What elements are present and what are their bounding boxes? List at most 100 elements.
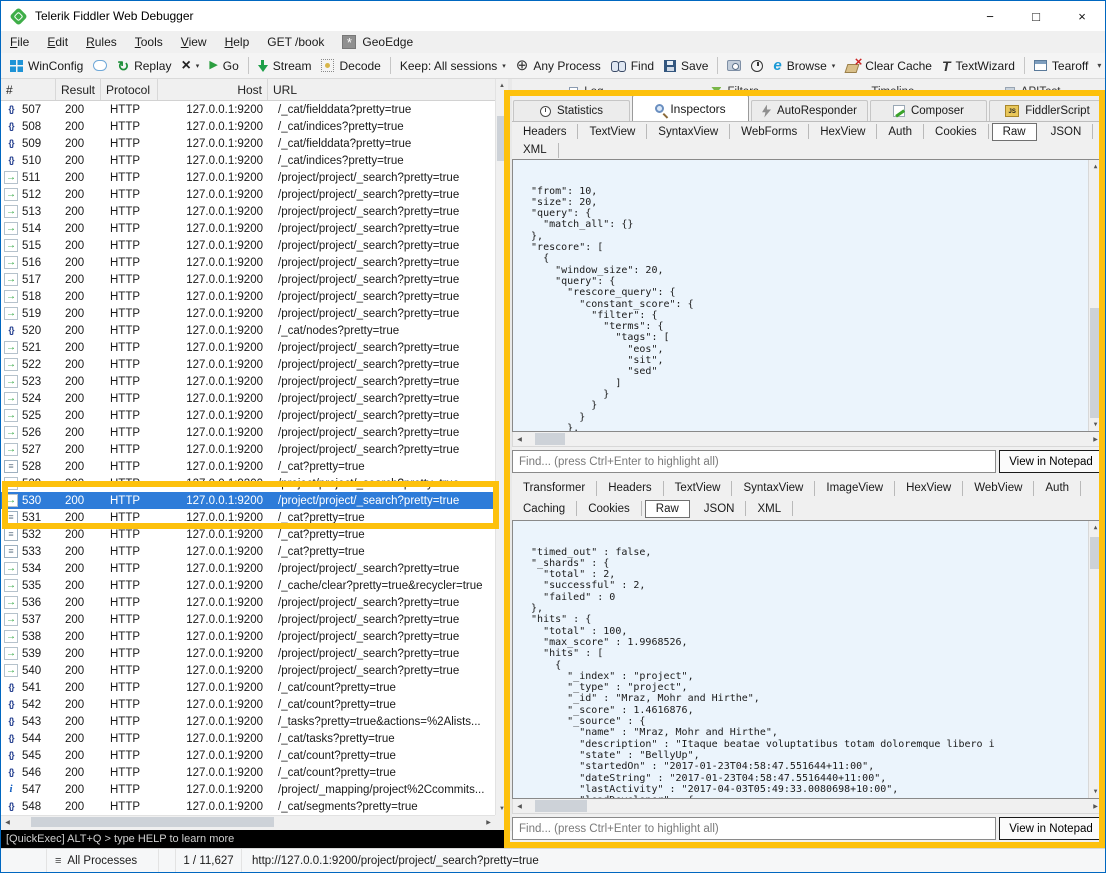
session-list-vscrollbar[interactable]: ▲ ▼ xyxy=(495,79,508,815)
request-subtab-textview[interactable]: TextView xyxy=(578,124,647,139)
session-row[interactable]: {}510200HTTP127.0.0.1:9200/_cat/indices?… xyxy=(1,152,495,169)
response-subtab-json[interactable]: JSON xyxy=(693,501,747,516)
toolbar-button-timer-icon[interactable] xyxy=(746,54,768,78)
session-row[interactable]: ≡533200HTTP127.0.0.1:9200/_cat?pretty=tr… xyxy=(1,543,495,560)
scrollbar-thumb[interactable] xyxy=(1090,537,1101,569)
toolbar-button-any-process[interactable]: Any Process xyxy=(511,54,606,78)
session-row[interactable]: →527200HTTP127.0.0.1:9200/project/projec… xyxy=(1,441,495,458)
scrollbar-thumb[interactable] xyxy=(31,817,274,827)
menu-item-geoedge[interactable]: *GeoEdge xyxy=(333,31,422,53)
session-row[interactable]: →535200HTTP127.0.0.1:9200/_cache/clear?p… xyxy=(1,577,495,594)
toolbar-button-decode[interactable]: Decode xyxy=(316,54,385,78)
response-subtab-xml[interactable]: XML xyxy=(746,501,793,516)
tab-log[interactable]: Log xyxy=(512,79,661,92)
session-row[interactable]: {}520200HTTP127.0.0.1:9200/_cat/nodes?pr… xyxy=(1,322,495,339)
close-button[interactable]: × xyxy=(1059,1,1105,31)
tab-inspectors[interactable]: Inspectors xyxy=(632,95,749,121)
session-row[interactable]: →524200HTTP127.0.0.1:9200/project/projec… xyxy=(1,390,495,407)
session-row[interactable]: ≡531200HTTP127.0.0.1:9200/_cat?pretty=tr… xyxy=(1,509,495,526)
scroll-down-icon[interactable]: ▼ xyxy=(1089,418,1102,431)
response-subtab-webview[interactable]: WebView xyxy=(963,481,1034,496)
response-subtab-imageview[interactable]: ImageView xyxy=(815,481,895,496)
toolbar-overflow-button[interactable]: ▾ xyxy=(1093,61,1105,70)
toolbar-button-tearoff[interactable]: Tearoff xyxy=(1029,54,1093,78)
session-row[interactable]: {}542200HTTP127.0.0.1:9200/_cat/count?pr… xyxy=(1,696,495,713)
session-row[interactable]: ≡528200HTTP127.0.0.1:9200/_cat?pretty=tr… xyxy=(1,458,495,475)
session-row[interactable]: →511200HTTP127.0.0.1:9200/project/projec… xyxy=(1,169,495,186)
session-row[interactable]: {}546200HTTP127.0.0.1:9200/_cat/count?pr… xyxy=(1,764,495,781)
session-row[interactable]: {}548200HTTP127.0.0.1:9200/_cat/segments… xyxy=(1,798,495,815)
scrollbar-thumb[interactable] xyxy=(535,433,565,445)
session-row[interactable]: →512200HTTP127.0.0.1:9200/project/projec… xyxy=(1,186,495,203)
session-row[interactable]: →522200HTTP127.0.0.1:9200/project/projec… xyxy=(1,356,495,373)
toolbar-button-keep-all-sessions[interactable]: Keep: All sessions▾ xyxy=(395,54,511,78)
scrollbar-thumb[interactable] xyxy=(1090,308,1101,418)
session-row[interactable]: →539200HTTP127.0.0.1:9200/project/projec… xyxy=(1,645,495,662)
session-row[interactable]: i547200HTTP127.0.0.1:9200/project/_mappi… xyxy=(1,781,495,798)
response-body-view[interactable]: "timed_out" : false, "_shards" : { "tota… xyxy=(512,520,1103,799)
column-header-result[interactable]: Result xyxy=(56,79,101,100)
request-subtab-xml[interactable]: XML xyxy=(512,143,559,158)
response-subtab-auth[interactable]: Auth xyxy=(1034,481,1081,496)
session-row[interactable]: →537200HTTP127.0.0.1:9200/project/projec… xyxy=(1,611,495,628)
session-row[interactable]: {}544200HTTP127.0.0.1:9200/_cat/tasks?pr… xyxy=(1,730,495,747)
scroll-down-icon[interactable]: ▼ xyxy=(496,802,508,815)
request-subtab-syntaxview[interactable]: SyntaxView xyxy=(647,124,730,139)
toolbar-button-go[interactable]: Go xyxy=(204,54,243,78)
tab-autoresponder[interactable]: AutoResponder xyxy=(751,100,868,121)
request-hscrollbar[interactable]: ◀ ▶ xyxy=(512,432,1103,447)
tab-composer[interactable]: Composer xyxy=(870,100,987,121)
tab-apitest[interactable]: APITest xyxy=(958,79,1106,92)
request-find-input[interactable] xyxy=(512,450,996,473)
scrollbar-thumb[interactable] xyxy=(497,116,507,161)
menu-item-file[interactable]: File xyxy=(1,31,38,53)
scroll-left-icon[interactable]: ◀ xyxy=(1,816,14,828)
menu-item-get-book[interactable]: GET /book xyxy=(258,31,333,53)
toolbar-button-comment-icon[interactable] xyxy=(88,54,112,78)
tab-filters[interactable]: Filters xyxy=(661,79,810,92)
session-row[interactable]: →521200HTTP127.0.0.1:9200/project/projec… xyxy=(1,339,495,356)
scroll-up-icon[interactable]: ▲ xyxy=(1089,521,1102,534)
response-subtab-transformer[interactable]: Transformer xyxy=(512,481,597,496)
scroll-right-icon[interactable]: ▶ xyxy=(1089,432,1102,446)
session-list-hscrollbar[interactable]: ◀ ▶ xyxy=(1,815,495,828)
scroll-left-icon[interactable]: ◀ xyxy=(513,799,526,813)
tab-fiddlerscript[interactable]: FiddlerScript xyxy=(989,100,1106,121)
response-subtab-textview[interactable]: TextView xyxy=(664,481,733,496)
tab-timeline[interactable]: Timeline xyxy=(810,79,959,92)
scroll-up-icon[interactable]: ▲ xyxy=(496,79,508,92)
menu-item-help[interactable]: Help xyxy=(216,31,259,53)
session-row[interactable]: →526200HTTP127.0.0.1:9200/project/projec… xyxy=(1,424,495,441)
toolbar-button-clear-cache[interactable]: Clear Cache xyxy=(840,54,937,78)
request-subtab-headers[interactable]: Headers xyxy=(512,124,578,139)
session-row[interactable]: {}507200HTTP127.0.0.1:9200/_cat/fielddat… xyxy=(1,101,495,118)
tab-statistics[interactable]: Statistics xyxy=(513,100,630,121)
response-view-in-notepad-button[interactable]: View in Notepad xyxy=(999,817,1103,840)
toolbar-button-winconfig[interactable]: WinConfig xyxy=(5,54,88,78)
menu-item-tools[interactable]: Tools xyxy=(126,31,172,53)
session-row[interactable]: →536200HTTP127.0.0.1:9200/project/projec… xyxy=(1,594,495,611)
request-subtab-json[interactable]: JSON xyxy=(1040,124,1094,139)
response-find-input[interactable] xyxy=(512,817,996,840)
scroll-down-icon[interactable]: ▼ xyxy=(1089,785,1102,798)
session-row[interactable]: {}545200HTTP127.0.0.1:9200/_cat/count?pr… xyxy=(1,747,495,764)
response-subtab-syntaxview[interactable]: SyntaxView xyxy=(732,481,815,496)
scroll-up-icon[interactable]: ▲ xyxy=(1089,160,1102,173)
scroll-right-icon[interactable]: ▶ xyxy=(482,816,495,828)
toolbar-button-remove-icon[interactable]: ▾ xyxy=(176,54,204,78)
response-subtab-caching[interactable]: Caching xyxy=(512,501,577,516)
toolbar-button-stream[interactable]: Stream xyxy=(253,54,317,78)
session-row[interactable]: {}508200HTTP127.0.0.1:9200/_cat/indices?… xyxy=(1,118,495,135)
toolbar-button-browse[interactable]: Browse▾ xyxy=(768,54,840,78)
session-row[interactable]: →525200HTTP127.0.0.1:9200/project/projec… xyxy=(1,407,495,424)
capture-status-cell[interactable] xyxy=(1,849,47,873)
session-row[interactable]: →530200HTTP127.0.0.1:9200/project/projec… xyxy=(1,492,495,509)
request-body-view[interactable]: "from": 10, "size": 20, "query": { "matc… xyxy=(512,159,1103,432)
column-header-[interactable]: # xyxy=(1,79,56,100)
session-row[interactable]: →514200HTTP127.0.0.1:9200/project/projec… xyxy=(1,220,495,237)
session-row[interactable]: →529200HTTP127.0.0.1:9200/project/projec… xyxy=(1,475,495,492)
response-subtab-headers[interactable]: Headers xyxy=(597,481,663,496)
toolbar-button-screenshot-icon[interactable] xyxy=(722,54,746,78)
session-row[interactable]: →513200HTTP127.0.0.1:9200/project/projec… xyxy=(1,203,495,220)
request-view-in-notepad-button[interactable]: View in Notepad xyxy=(999,450,1103,473)
